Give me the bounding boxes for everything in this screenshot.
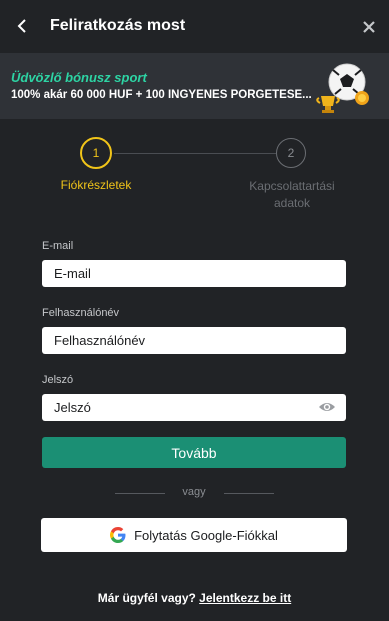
email-placeholder: E-mail — [54, 266, 91, 281]
chevron-left-icon — [17, 19, 26, 33]
close-icon — [363, 21, 375, 33]
password-label: Jelszó — [42, 374, 74, 386]
back-button[interactable] — [10, 12, 34, 40]
eye-icon[interactable] — [318, 400, 336, 414]
header: Feliratkozás most — [0, 0, 389, 52]
page-title: Feliratkozás most — [50, 17, 186, 34]
close-button[interactable] — [359, 17, 379, 37]
step-1-label: Fiókrészletek — [60, 178, 132, 192]
divider-text: vagy — [182, 486, 206, 498]
promo-title: Üdvözlő bónusz sport — [11, 70, 147, 85]
login-prompt-text: Már ügyfél vagy? — [97, 591, 196, 605]
username-placeholder: Felhasználónév — [54, 333, 146, 348]
login-prompt: Már ügyfél vagy? Jelentkezz be itt — [0, 591, 389, 605]
continue-button[interactable]: Tovább — [42, 437, 346, 468]
google-icon — [110, 527, 126, 543]
step-2-indicator: 2 — [276, 138, 306, 168]
step-2-label: Kapcsolattartási adatok — [249, 179, 335, 210]
soccer-ball-trophy-illustration — [316, 63, 369, 113]
username-field[interactable]: Felhasználónév — [42, 327, 346, 354]
divider-right — [224, 493, 274, 494]
step-1-indicator: 1 — [80, 137, 112, 169]
promo-subtitle: 100% akár 60 000 HUF + 100 INGYENES PÖRG… — [11, 89, 311, 101]
stepper-connector — [114, 153, 276, 154]
email-field[interactable]: E-mail — [42, 260, 346, 287]
password-field[interactable]: Jelszó — [42, 394, 346, 421]
email-label: E-mail — [42, 240, 74, 252]
google-signin-button[interactable]: Folytatás Google-Fiókkal — [41, 518, 347, 552]
divider-left — [115, 493, 165, 494]
password-placeholder: Jelszó — [54, 400, 91, 415]
login-link[interactable]: Jelentkezz be itt — [199, 591, 291, 605]
username-label: Felhasználónév — [42, 307, 120, 319]
google-button-label: Folytatás Google-Fiókkal — [134, 527, 278, 543]
